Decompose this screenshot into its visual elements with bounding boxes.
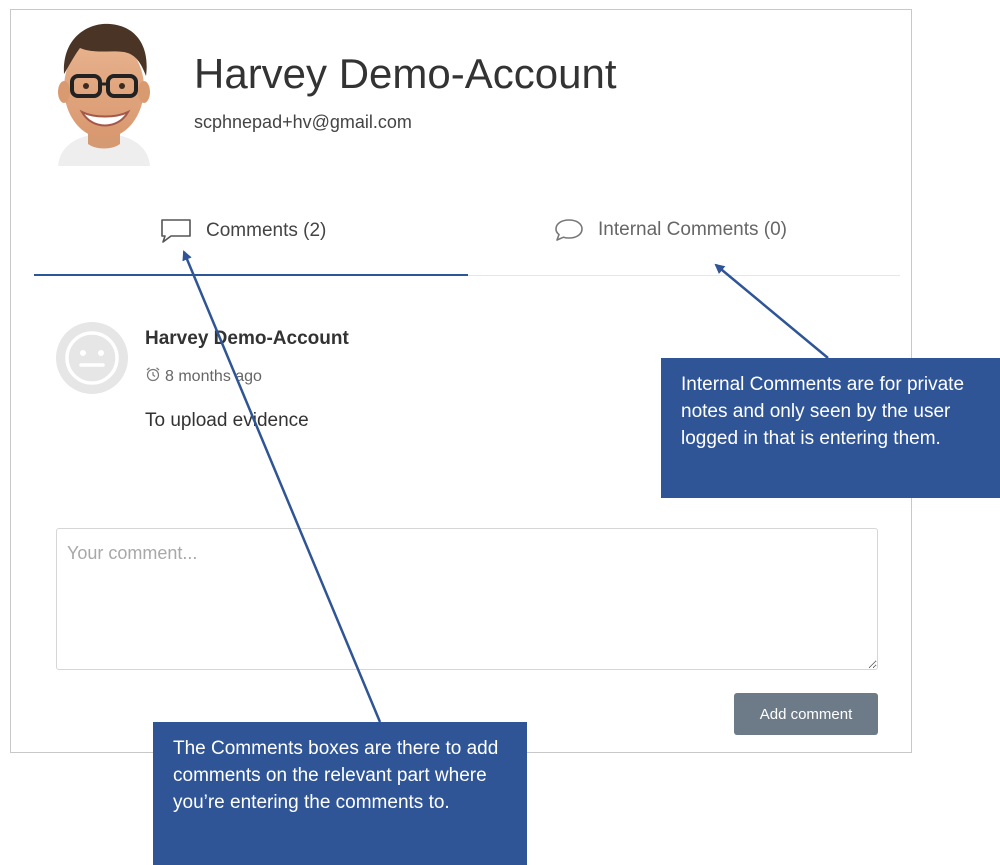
internal-comments-callout: Internal Comments are for private notes … [661, 358, 1000, 498]
profile-email: scphnepad+hv@gmail.com [194, 112, 412, 132]
profile-avatar [50, 16, 158, 166]
chat-bubble-icon [554, 218, 584, 242]
comment-time-text: 8 months ago [165, 368, 262, 385]
tab-internal-comments[interactable]: Internal Comments (0) [554, 218, 787, 242]
profile-name: Harvey Demo-Account [194, 50, 617, 97]
tab-internal-label: Internal Comments (0) [598, 219, 788, 240]
comment-author: Harvey Demo-Account [145, 328, 349, 349]
comment-timestamp: 8 months ago [145, 366, 262, 388]
comment-input[interactable] [56, 528, 878, 670]
comment-avatar [56, 322, 128, 394]
active-tab-indicator [34, 274, 468, 276]
tab-comments-label: Comments (2) [206, 220, 327, 241]
add-comment-button[interactable]: Add comment [734, 693, 878, 735]
comments-callout: The Comments boxes are there to add comm… [153, 722, 527, 865]
comment-body: To upload evidence [145, 410, 309, 431]
tab-comments[interactable]: Comments (2) [160, 218, 326, 244]
speech-bubble-icon [160, 218, 192, 244]
alarm-clock-icon [145, 366, 161, 388]
